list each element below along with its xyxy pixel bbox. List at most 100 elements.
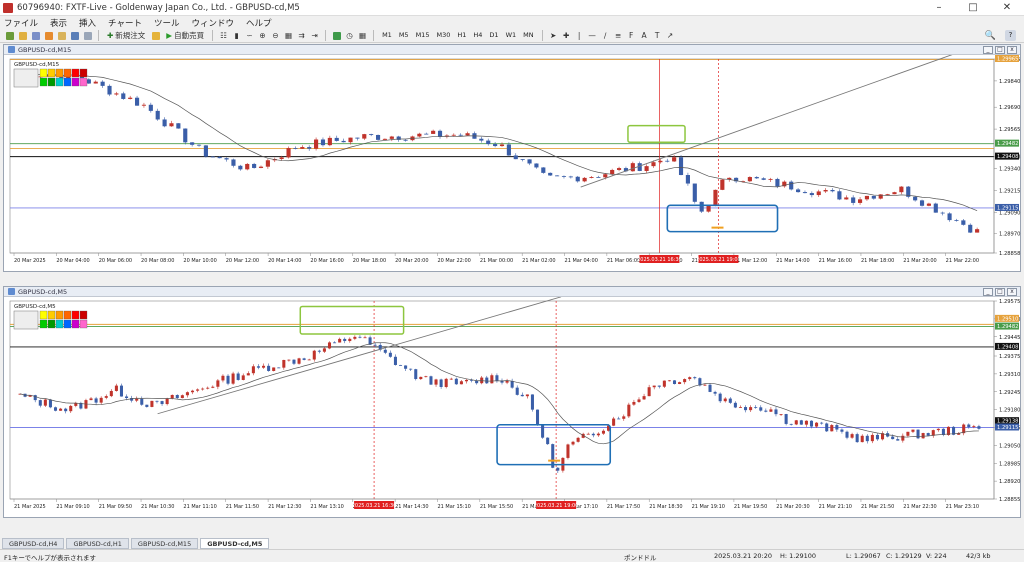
candle-body[interactable] [840, 429, 844, 432]
candle-body[interactable] [104, 396, 108, 398]
candle-body[interactable] [100, 81, 105, 86]
candle-body[interactable] [823, 189, 828, 192]
candle-body[interactable] [774, 409, 778, 415]
candle-body[interactable] [906, 431, 910, 436]
candle-body[interactable] [190, 390, 195, 393]
maximize-icon[interactable]: □ [956, 0, 990, 16]
candlestick-icon[interactable]: ▮ [231, 30, 242, 41]
candle-body[interactable] [844, 197, 849, 200]
menu-item[interactable]: ファイル [0, 17, 46, 29]
candle-body[interactable] [857, 199, 863, 203]
candle-body[interactable] [610, 169, 615, 175]
candle-body[interactable] [596, 177, 601, 178]
candle-body[interactable] [921, 433, 925, 439]
color-swatch[interactable] [39, 68, 48, 78]
candle-body[interactable] [796, 189, 801, 193]
zoom-in-icon[interactable]: ⊕ [257, 30, 268, 41]
candle-body[interactable] [837, 191, 842, 200]
auto-scroll-icon[interactable]: ⇉ [296, 30, 307, 41]
candle-body[interactable] [779, 414, 783, 415]
timeframe-m5[interactable]: M5 [396, 30, 412, 41]
chart-close-icon[interactable]: x [1007, 288, 1017, 296]
candle-body[interactable] [312, 350, 316, 360]
bar-chart-icon[interactable]: ☷ [218, 30, 229, 41]
line-chart-icon[interactable]: ∽ [244, 30, 255, 41]
candle-body[interactable] [713, 391, 717, 394]
arrows-icon[interactable]: ↗ [665, 30, 676, 41]
candle-body[interactable] [256, 366, 260, 368]
menu-item[interactable]: 挿入 [75, 17, 104, 29]
chart-tab[interactable]: GBPUSD-cd,H4 [2, 538, 65, 549]
candle-body[interactable] [630, 163, 635, 172]
candle-body[interactable] [403, 139, 408, 141]
candle-body[interactable] [320, 139, 326, 146]
candle-body[interactable] [431, 130, 436, 134]
candle-body[interactable] [439, 379, 443, 387]
candle-body[interactable] [845, 431, 849, 438]
color-swatch[interactable] [79, 319, 88, 329]
candle-body[interactable] [59, 408, 63, 411]
price-chart-m15[interactable]: 1.29965 1.29840 1.29690 1.29565 1.29408 1.293… [4, 53, 1022, 271]
candle-body[interactable] [454, 378, 458, 385]
zoom-out-icon[interactable]: ⊖ [270, 30, 281, 41]
candle-body[interactable] [961, 220, 966, 225]
candle-body[interactable] [548, 172, 553, 176]
market-watch-icon[interactable] [30, 30, 41, 41]
candle-body[interactable] [224, 158, 229, 160]
candle-body[interactable] [277, 367, 281, 369]
candle-body[interactable] [652, 385, 656, 388]
candle-body[interactable] [794, 420, 798, 425]
candle-body[interactable] [221, 375, 225, 381]
plot-area[interactable] [9, 58, 995, 254]
candle-body[interactable] [672, 157, 677, 162]
candle-body[interactable] [145, 404, 149, 407]
candle-body[interactable] [322, 348, 326, 352]
candle-body[interactable] [211, 386, 215, 388]
candle-body[interactable] [603, 174, 608, 178]
candle-body[interactable] [520, 159, 525, 160]
candle-body[interactable] [968, 224, 973, 233]
candle-body[interactable] [678, 382, 682, 384]
candle-body[interactable] [693, 377, 697, 379]
horizontal-line-icon[interactable]: — [587, 30, 598, 41]
chart-maximize-icon[interactable]: □ [995, 46, 1005, 54]
candle-body[interactable] [728, 398, 732, 403]
menu-item[interactable]: 表示 [46, 17, 75, 29]
chart-tab[interactable]: GBPUSD-cd,M15 [130, 538, 199, 549]
candle-body[interactable] [678, 157, 684, 176]
candle-body[interactable] [429, 376, 433, 385]
candle-body[interactable] [286, 148, 291, 158]
candle-body[interactable] [685, 175, 690, 184]
candle-body[interactable] [169, 123, 174, 127]
candle-body[interactable] [99, 397, 103, 403]
tester-icon[interactable] [82, 30, 93, 41]
vertical-line-icon[interactable]: | [574, 30, 585, 41]
candle-body[interactable] [414, 369, 418, 380]
candle-body[interactable] [265, 160, 270, 167]
candle-body[interactable] [417, 133, 422, 137]
candle-body[interactable] [665, 160, 670, 162]
candle-body[interactable] [525, 394, 529, 397]
candle-body[interactable] [644, 166, 649, 171]
chart-close-icon[interactable]: x [1007, 46, 1017, 54]
chart-maximize-icon[interactable]: □ [995, 288, 1005, 296]
minimize-icon[interactable]: – [922, 0, 956, 16]
candle-body[interactable] [510, 380, 514, 388]
candle-body[interactable] [464, 379, 469, 382]
candle-body[interactable] [317, 350, 321, 352]
color-swatch[interactable] [71, 77, 80, 87]
candle-body[interactable] [972, 426, 976, 428]
candle-body[interactable] [388, 352, 392, 357]
color-swatch[interactable] [71, 68, 80, 78]
candle-body[interactable] [947, 213, 952, 221]
candle-body[interactable] [217, 156, 222, 159]
candle-body[interactable] [541, 424, 545, 438]
candle-body[interactable] [409, 368, 413, 370]
candle-body[interactable] [892, 192, 897, 195]
chart-window-m15[interactable]: GBPUSD-cd,M15 _ □ x 1.29965 1.29840 1.2969… [3, 44, 1021, 272]
candle-body[interactable] [815, 422, 819, 427]
candle-body[interactable] [114, 385, 118, 391]
candle-body[interactable] [901, 435, 905, 441]
chart-window-m5[interactable]: GBPUSD-cd,M5 _ □ x 1.29575 1.29510 1.29445… [3, 286, 1021, 518]
candle-body[interactable] [206, 387, 210, 389]
